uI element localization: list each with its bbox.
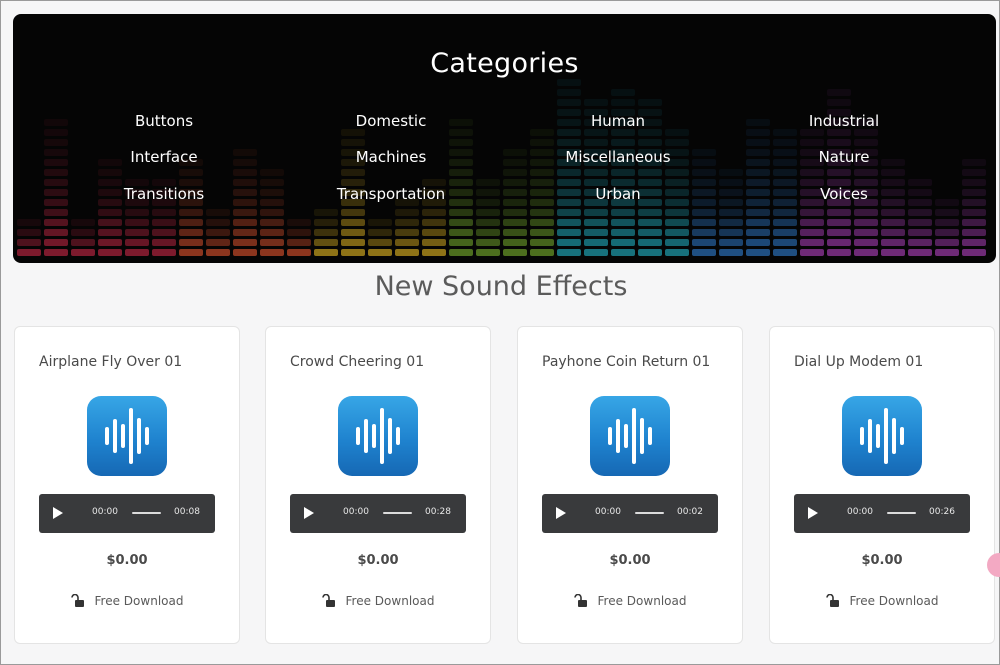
audio-player: 00:00 00:08 <box>39 494 215 533</box>
category-voices[interactable]: Voices <box>744 185 944 203</box>
duration: 00:08 <box>174 507 200 517</box>
duration: 00:28 <box>425 507 451 517</box>
sound-card: Crowd Cheering 01 00:00 00:28 $0.00 Free… <box>265 326 491 644</box>
category-miscellaneous[interactable]: Miscellaneous <box>518 148 718 166</box>
sound-wave-icon[interactable] <box>842 396 922 476</box>
category-industrial[interactable]: Industrial <box>744 112 944 130</box>
play-icon[interactable] <box>304 507 314 519</box>
sound-title[interactable]: Payhone Coin Return 01 <box>542 354 710 370</box>
unlock-icon <box>321 594 335 607</box>
category-human[interactable]: Human <box>518 112 718 130</box>
download-label: Free Download <box>849 594 939 608</box>
play-icon[interactable] <box>53 507 63 519</box>
seek-bar[interactable] <box>887 512 916 514</box>
sound-title[interactable]: Dial Up Modem 01 <box>794 354 923 370</box>
free-download-link[interactable]: Free Download <box>266 594 490 608</box>
category-transportation[interactable]: Transportation <box>291 185 491 203</box>
category-interface[interactable]: Interface <box>64 148 264 166</box>
download-label: Free Download <box>345 594 435 608</box>
sound-card: Airplane Fly Over 01 00:00 00:08 $0.00 F… <box>14 326 240 644</box>
current-time: 00:00 <box>847 507 873 517</box>
categories-title: Categories <box>430 48 579 79</box>
category-domestic[interactable]: Domestic <box>291 112 491 130</box>
section-title: New Sound Effects <box>374 271 628 302</box>
category-machines[interactable]: Machines <box>291 148 491 166</box>
current-time: 00:00 <box>595 507 621 517</box>
price: $0.00 <box>357 553 399 568</box>
duration: 00:02 <box>677 507 703 517</box>
category-transitions[interactable]: Transitions <box>64 185 264 203</box>
categories-banner: Categories Buttons Domestic Human Indust… <box>13 14 996 263</box>
download-label: Free Download <box>94 594 184 608</box>
seek-bar[interactable] <box>635 512 664 514</box>
sound-card: Dial Up Modem 01 00:00 00:26 $0.00 Free … <box>769 326 995 644</box>
play-icon[interactable] <box>808 507 818 519</box>
play-icon[interactable] <box>556 507 566 519</box>
audio-player: 00:00 00:26 <box>794 494 970 533</box>
price: $0.00 <box>861 553 903 568</box>
price: $0.00 <box>609 553 651 568</box>
sound-wave-icon[interactable] <box>590 396 670 476</box>
price: $0.00 <box>106 553 148 568</box>
sound-card: Payhone Coin Return 01 00:00 00:02 $0.00… <box>517 326 743 644</box>
category-nature[interactable]: Nature <box>744 148 944 166</box>
free-download-link[interactable]: Free Download <box>15 594 239 608</box>
free-download-link[interactable]: Free Download <box>770 594 994 608</box>
category-buttons[interactable]: Buttons <box>64 112 264 130</box>
sound-title[interactable]: Crowd Cheering 01 <box>290 354 424 370</box>
audio-player: 00:00 00:02 <box>542 494 718 533</box>
current-time: 00:00 <box>92 507 118 517</box>
sound-wave-icon[interactable] <box>87 396 167 476</box>
unlock-icon <box>573 594 587 607</box>
sound-wave-icon[interactable] <box>338 396 418 476</box>
unlock-icon <box>70 594 84 607</box>
unlock-icon <box>825 594 839 607</box>
category-urban[interactable]: Urban <box>518 185 718 203</box>
download-label: Free Download <box>597 594 687 608</box>
current-time: 00:00 <box>343 507 369 517</box>
seek-bar[interactable] <box>383 512 412 514</box>
duration: 00:26 <box>929 507 955 517</box>
audio-player: 00:00 00:28 <box>290 494 466 533</box>
seek-bar[interactable] <box>132 512 161 514</box>
free-download-link[interactable]: Free Download <box>518 594 742 608</box>
sound-title[interactable]: Airplane Fly Over 01 <box>39 354 182 370</box>
